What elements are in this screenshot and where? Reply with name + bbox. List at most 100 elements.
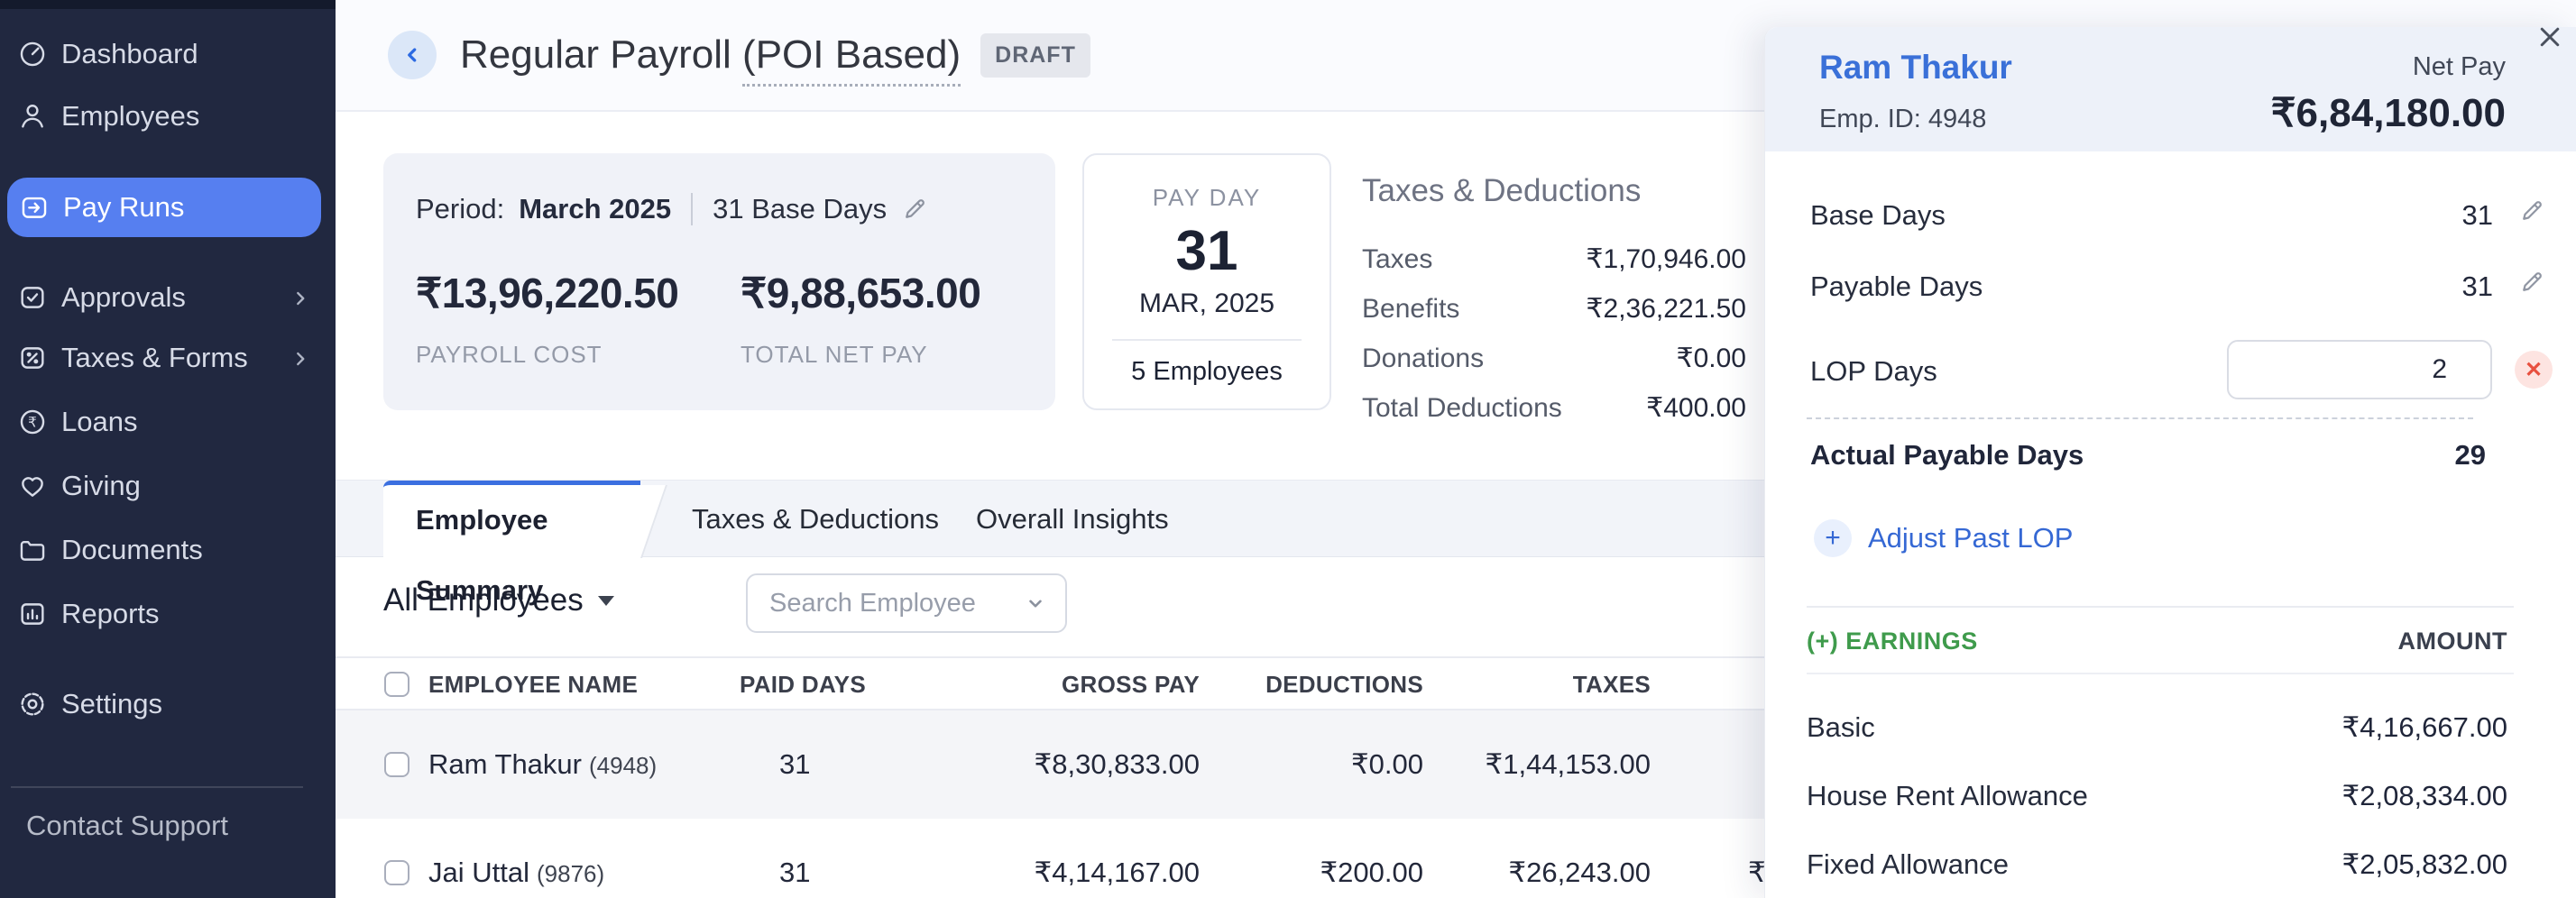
sidebar-item-label: Loans — [61, 406, 137, 438]
panel-header: Ram Thakur Net Pay Emp. ID: 4948 ₹6,84,1… — [1765, 27, 2576, 151]
gear-icon — [17, 689, 48, 719]
sidebar-item-label: Documents — [61, 534, 203, 566]
deductions-cell: ₹0.00 — [1247, 710, 1423, 819]
amount-header: AMOUNT — [2398, 628, 2507, 655]
lop-days-input[interactable] — [2227, 340, 2492, 399]
svg-text:₹: ₹ — [28, 416, 37, 431]
payable-days-value: 31 — [2462, 270, 2493, 303]
period-value: March 2025 — [519, 193, 671, 225]
earning-value: ₹4,16,667.00 — [2342, 711, 2508, 744]
remove-lop-button[interactable]: ✕ — [2515, 351, 2553, 389]
sidebar-divider — [11, 786, 303, 788]
col-employee-name: EMPLOYEE NAME — [428, 658, 638, 710]
sidebar-item-taxes-forms[interactable]: Taxes & Forms — [17, 336, 248, 380]
chevron-down-icon[interactable] — [1024, 591, 1047, 615]
taxes-forms-icon — [17, 343, 48, 373]
tab-employee-summary[interactable]: Employee Summary — [383, 481, 640, 558]
total-net-pay-value: ₹9,88,653.00 — [741, 269, 980, 317]
earnings-header: (+) EARNINGS — [1807, 628, 1978, 655]
adjust-past-lop-link[interactable]: + Adjust Past LOP — [1814, 519, 2073, 557]
close-icon[interactable] — [2533, 20, 2567, 54]
approvals-icon — [17, 282, 48, 313]
dashboard-icon — [17, 39, 48, 69]
deductions-cell: ₹200.00 — [1247, 819, 1423, 898]
plus-icon: + — [1814, 519, 1852, 557]
row-checkbox[interactable] — [384, 752, 409, 777]
search-employee-box — [746, 573, 1067, 633]
edit-base-days-icon[interactable] — [901, 196, 928, 223]
pay-day-date: MAR, 2025 — [1084, 289, 1329, 319]
taxes-cell: ₹1,44,153.00 — [1467, 710, 1651, 819]
gross-pay-cell: ₹4,14,167.00 — [958, 819, 1200, 898]
period-summary-card: Period: March 2025 31 Base Days ₹13,96,2… — [383, 153, 1055, 410]
employee-name-link[interactable]: Ram Thakur — [1819, 49, 2012, 87]
actual-payable-days-value: 29 — [2455, 439, 2486, 472]
sidebar-item-approvals[interactable]: Approvals — [17, 276, 186, 319]
col-gross-pay: GROSS PAY — [958, 658, 1200, 710]
tax-row: Donations ₹0.00 — [1362, 334, 1746, 383]
tab-overall-insights[interactable]: Overall Insights — [976, 481, 1169, 558]
pay-day-number: 31 — [1084, 219, 1329, 283]
chevron-left-icon — [400, 43, 424, 67]
paid-days-cell: 31 — [779, 819, 810, 898]
heart-icon — [17, 471, 48, 501]
sidebar-item-label: Settings — [61, 688, 162, 720]
earning-label: Basic — [1807, 711, 1875, 744]
tab-taxes-deductions[interactable]: Taxes & Deductions — [692, 481, 939, 558]
total-net-pay-label: TOTAL NET PAY — [741, 341, 980, 369]
base-days-value: 31 — [2462, 199, 2493, 232]
employee-name-cell: Ram Thakur(4948) — [428, 710, 657, 820]
chevron-right-icon — [289, 287, 312, 310]
contact-support-link[interactable]: Contact Support — [26, 810, 228, 842]
window-top-strip — [0, 0, 336, 9]
employees-icon — [17, 101, 48, 132]
employee-number: (9876) — [537, 860, 604, 887]
back-button[interactable] — [388, 31, 437, 79]
employee-name-cell: Jai Uttal(9876) — [428, 819, 604, 898]
sidebar-item-label: Reports — [61, 598, 160, 630]
edit-base-days-icon[interactable] — [2518, 197, 2545, 224]
earning-label: House Rent Allowance — [1807, 780, 2088, 812]
folder-icon — [17, 535, 48, 565]
search-input[interactable] — [769, 589, 1024, 619]
sidebar: Dashboard Employees Pay Runs Approvals — [0, 0, 336, 898]
taxes-cell: ₹26,243.00 — [1467, 819, 1651, 898]
sidebar-item-label: Employees — [61, 100, 199, 133]
tax-row: Total Deductions ₹400.00 — [1362, 383, 1746, 433]
sidebar-item-settings[interactable]: Settings — [17, 683, 162, 726]
paid-days-cell: 31 — [779, 710, 810, 819]
employee-filter-dropdown[interactable]: All Employees — [383, 582, 614, 619]
lop-days-label: LOP Days — [1810, 355, 1937, 388]
col-paid-days: PAID DAYS — [740, 658, 866, 710]
tab-slant-edge — [612, 485, 667, 558]
loans-rupee-icon: ₹ — [17, 407, 48, 437]
sidebar-item-dashboard[interactable]: Dashboard — [17, 32, 198, 76]
sidebar-item-pay-runs[interactable]: Pay Runs — [7, 178, 321, 237]
divider — [1807, 673, 2514, 674]
sidebar-item-giving[interactable]: Giving — [17, 464, 141, 508]
row-checkbox[interactable] — [384, 860, 409, 885]
payroll-cost-value: ₹13,96,220.50 — [416, 269, 678, 317]
earning-value: ₹2,05,832.00 — [2342, 848, 2508, 881]
sidebar-item-loans[interactable]: ₹ Loans — [17, 400, 137, 444]
earning-value: ₹2,08,334.00 — [2342, 780, 2508, 812]
payroll-cost-label: PAYROLL COST — [416, 341, 678, 369]
pay-day-card: PAY DAY 31 MAR, 2025 5 Employees — [1082, 153, 1331, 410]
period-label: Period: — [416, 193, 504, 225]
earning-label: Fixed Allowance — [1807, 848, 2009, 881]
edit-payable-days-icon[interactable] — [2518, 269, 2545, 296]
sidebar-item-employees[interactable]: Employees — [17, 95, 199, 138]
col-taxes: TAXES — [1467, 658, 1651, 710]
bar-chart-icon — [17, 599, 48, 629]
sidebar-item-reports[interactable]: Reports — [17, 592, 160, 636]
net-pay-value: ₹6,84,180.00 — [2271, 90, 2506, 136]
employee-id: Emp. ID: 4948 — [1819, 105, 1986, 134]
dashed-divider — [1807, 417, 2473, 419]
col-deductions: DEDUCTIONS — [1247, 658, 1423, 710]
sidebar-item-documents[interactable]: Documents — [17, 528, 203, 572]
pay-day-label: PAY DAY — [1084, 184, 1329, 212]
tax-row: Taxes ₹1,70,946.00 — [1362, 234, 1746, 284]
sidebar-item-label: Dashboard — [61, 38, 198, 70]
select-all-checkbox[interactable] — [384, 672, 409, 697]
pay-runs-icon — [19, 192, 50, 223]
